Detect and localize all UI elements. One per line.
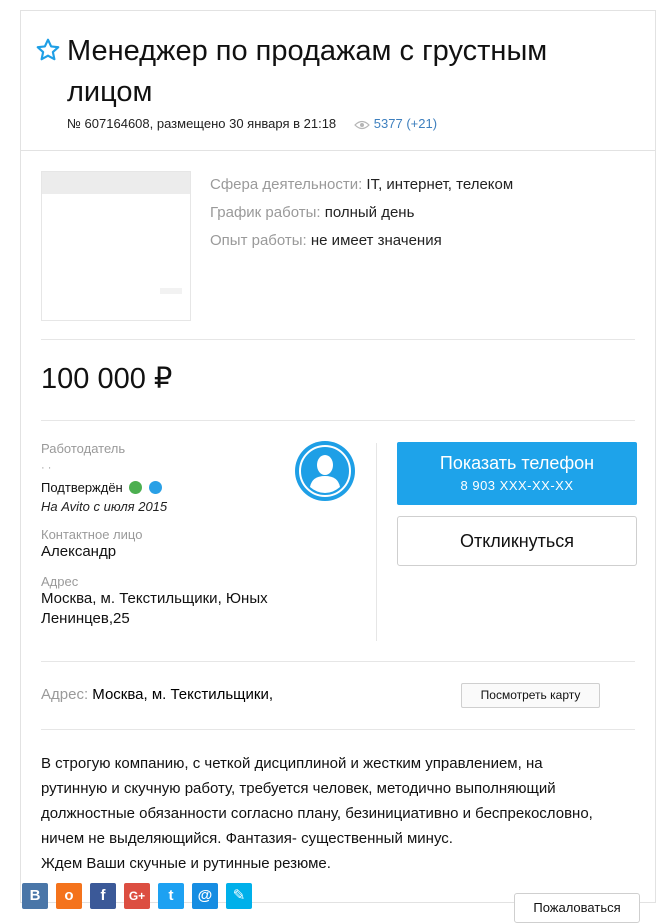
description-line: В строгую компанию, с четкой дисциплиной… — [41, 755, 543, 772]
detail-label: График работы: — [210, 204, 321, 221]
avatar[interactable] — [295, 441, 355, 501]
photo-top-band — [42, 172, 190, 194]
vk-icon[interactable]: В — [22, 883, 48, 909]
detail-value: IT, интернет, телеком — [366, 176, 514, 193]
complain-button[interactable]: Пожаловаться — [514, 893, 640, 923]
description-line: ничем не выделяющийся. Фантазия- существ… — [41, 830, 453, 847]
show-phone-label: Показать телефон — [439, 453, 595, 473]
detail-label: Сфера деятельности: — [210, 176, 363, 193]
views-count: 5377 (+21) — [373, 116, 438, 131]
divider — [41, 420, 635, 421]
vertical-divider — [376, 443, 377, 641]
member-since: На Avito с июля 2015 — [41, 499, 168, 514]
address-row-value: Москва, м. Текстильщики, — [92, 686, 274, 703]
mail-ru-icon[interactable]: @ — [192, 883, 218, 909]
phone-masked: 8 903 XXX-XX-XX — [460, 478, 574, 493]
divider — [41, 339, 635, 340]
detail-row-experience: Опыт работы: не имеет значения — [210, 227, 513, 255]
twitter-icon[interactable]: t — [158, 883, 184, 909]
phone-verified-icon — [129, 481, 143, 494]
detail-label: Опыт работы: — [210, 232, 307, 249]
star-icon[interactable] — [35, 37, 61, 63]
photo-watermark — [160, 288, 182, 294]
contact-name: Александр — [41, 543, 117, 560]
odnoklassniki-icon[interactable]: о — [56, 883, 82, 909]
contact-label: Контактное лицо — [41, 527, 143, 542]
address-label: Адрес — [41, 574, 79, 589]
listing-card: Менеджер по продажам с грустным лицом № … — [20, 10, 656, 903]
address-line-2: Ленинцев,25 — [41, 610, 130, 627]
listing-photo[interactable] — [41, 171, 191, 321]
vacancy-description: В строгую компанию, с четкой дисциплиной… — [41, 751, 641, 876]
divider — [41, 729, 635, 730]
listing-meta: № 607164608, размещено 30 января в 21:18… — [67, 116, 437, 131]
divider — [41, 661, 635, 662]
livejournal-icon[interactable]: ✎ — [226, 883, 252, 909]
listing-header: Менеджер по продажам с грустным лицом № … — [21, 11, 655, 151]
verified-label: Подтверждён — [41, 480, 123, 495]
price: 100 000 ₽ — [41, 363, 173, 395]
show-phone-button[interactable]: Показать телефон 8 903 XXX-XX-XX — [397, 442, 637, 505]
vacancy-details: Сфера деятельности: IT, интернет, телеко… — [210, 171, 513, 255]
address-line-1: Москва, м. Текстильщики, Юных — [41, 590, 268, 607]
detail-value: не имеет значения — [310, 232, 442, 249]
address-row-label: Адрес: — [41, 686, 89, 703]
google-plus-icon[interactable]: G+ — [124, 883, 150, 909]
email-verified-icon — [149, 481, 162, 494]
views-counter[interactable]: 5377 (+21) — [353, 116, 438, 131]
description-line: должностные обязанности согласно плану, … — [41, 805, 593, 822]
address-row: Адрес: Москва, м. Текстильщики, — [41, 686, 273, 703]
listing-title: Менеджер по продажам с грустным лицом — [67, 35, 548, 108]
facebook-icon[interactable]: f — [90, 883, 116, 909]
description-line: рутинную и скучную работу, требуется чел… — [41, 780, 556, 797]
respond-button[interactable]: Откликнуться — [397, 516, 637, 566]
description-line: Ждем Ваши скучные и рутинные резюме. — [41, 855, 331, 872]
detail-row-schedule: График работы: полный день — [210, 199, 513, 227]
detail-row-sphere: Сфера деятельности: IT, интернет, телеко… — [210, 171, 513, 199]
eye-icon — [353, 120, 370, 129]
listing-number-date: № 607164608, размещено 30 января в 21:18 — [67, 116, 337, 131]
detail-value: полный день — [324, 204, 415, 221]
show-map-button[interactable]: Посмотреть карту — [461, 683, 600, 708]
